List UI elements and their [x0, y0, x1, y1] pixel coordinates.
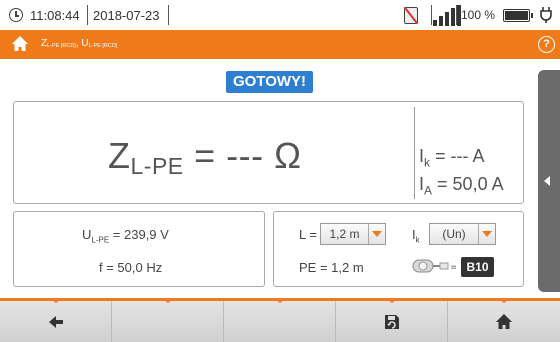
- clock-icon: [9, 8, 23, 22]
- voltage-reading: UL-PE = 239,9 V: [82, 227, 169, 245]
- no-sd-card-icon: [404, 7, 418, 24]
- divider: [87, 5, 88, 25]
- title-bar: ZL-PE [RCD], UL-PE [RCD] ?: [0, 30, 560, 59]
- chevron-down-icon: [372, 231, 382, 237]
- fuse-rating-badge[interactable]: B10: [461, 257, 494, 277]
- settings-panel: L = 1,2 m Ik (Un) PE = 1,2 m = B10: [273, 211, 524, 287]
- ik-mode-dropdown[interactable]: (Un): [429, 223, 496, 245]
- bottom-toolbar: [0, 298, 560, 342]
- fuse-icon: =: [412, 259, 456, 273]
- side-panel-tab[interactable]: [538, 70, 560, 292]
- toolbar-slot-3: [224, 298, 336, 342]
- battery-percent: 100 %: [461, 8, 496, 22]
- svg-text:=: =: [450, 262, 456, 273]
- home-button[interactable]: [448, 298, 560, 342]
- screen-title: ZL-PE [RCD], UL-PE [RCD]: [41, 38, 118, 49]
- home-icon: [496, 314, 512, 329]
- clock-time: 11:08:44: [30, 8, 80, 23]
- plug-icon: [540, 7, 552, 26]
- back-button[interactable]: [0, 298, 112, 342]
- chevron-down-icon: [482, 231, 492, 237]
- help-icon[interactable]: ?: [538, 36, 555, 53]
- l-length-dropdown[interactable]: 1,2 m: [320, 223, 386, 245]
- status-ready-badge: GOTOWY!: [226, 71, 313, 93]
- date: 2018-07-23: [93, 8, 160, 23]
- divider: [168, 5, 169, 25]
- ik-label: Ik: [412, 227, 420, 245]
- divider: [456, 5, 457, 25]
- home-icon[interactable]: [11, 35, 29, 53]
- l-length-value: 1,2 m: [321, 224, 369, 244]
- ik-mode-value: (Un): [430, 224, 479, 244]
- back-arrow-icon: [49, 316, 63, 328]
- pe-length-label: PE = 1,2 m: [299, 260, 364, 275]
- toolbar-slot-2: [112, 298, 224, 342]
- signal-strength-icon: [433, 5, 463, 26]
- divider: [431, 5, 432, 25]
- ik-result: Ik = --- A: [419, 146, 485, 170]
- l-length-label: L =: [299, 227, 317, 242]
- status-bar: 11:08:44 2018-07-23 100 %: [0, 0, 560, 30]
- ia-result: IA = 50,0 A: [419, 174, 504, 198]
- save-memory-button[interactable]: [336, 298, 448, 342]
- frequency-reading: f = 50,0 Hz: [99, 260, 163, 275]
- main-result-panel: ZL-PE = --- Ω Ik = --- A IA = 50,0 A: [13, 101, 524, 204]
- save-memory-icon: [385, 315, 399, 329]
- divider: [414, 107, 415, 199]
- measurement-panel: UL-PE = 239,9 V f = 50,0 Hz: [13, 211, 265, 287]
- battery-icon: [503, 9, 533, 22]
- main-result-value: ZL-PE = --- Ω: [108, 135, 302, 179]
